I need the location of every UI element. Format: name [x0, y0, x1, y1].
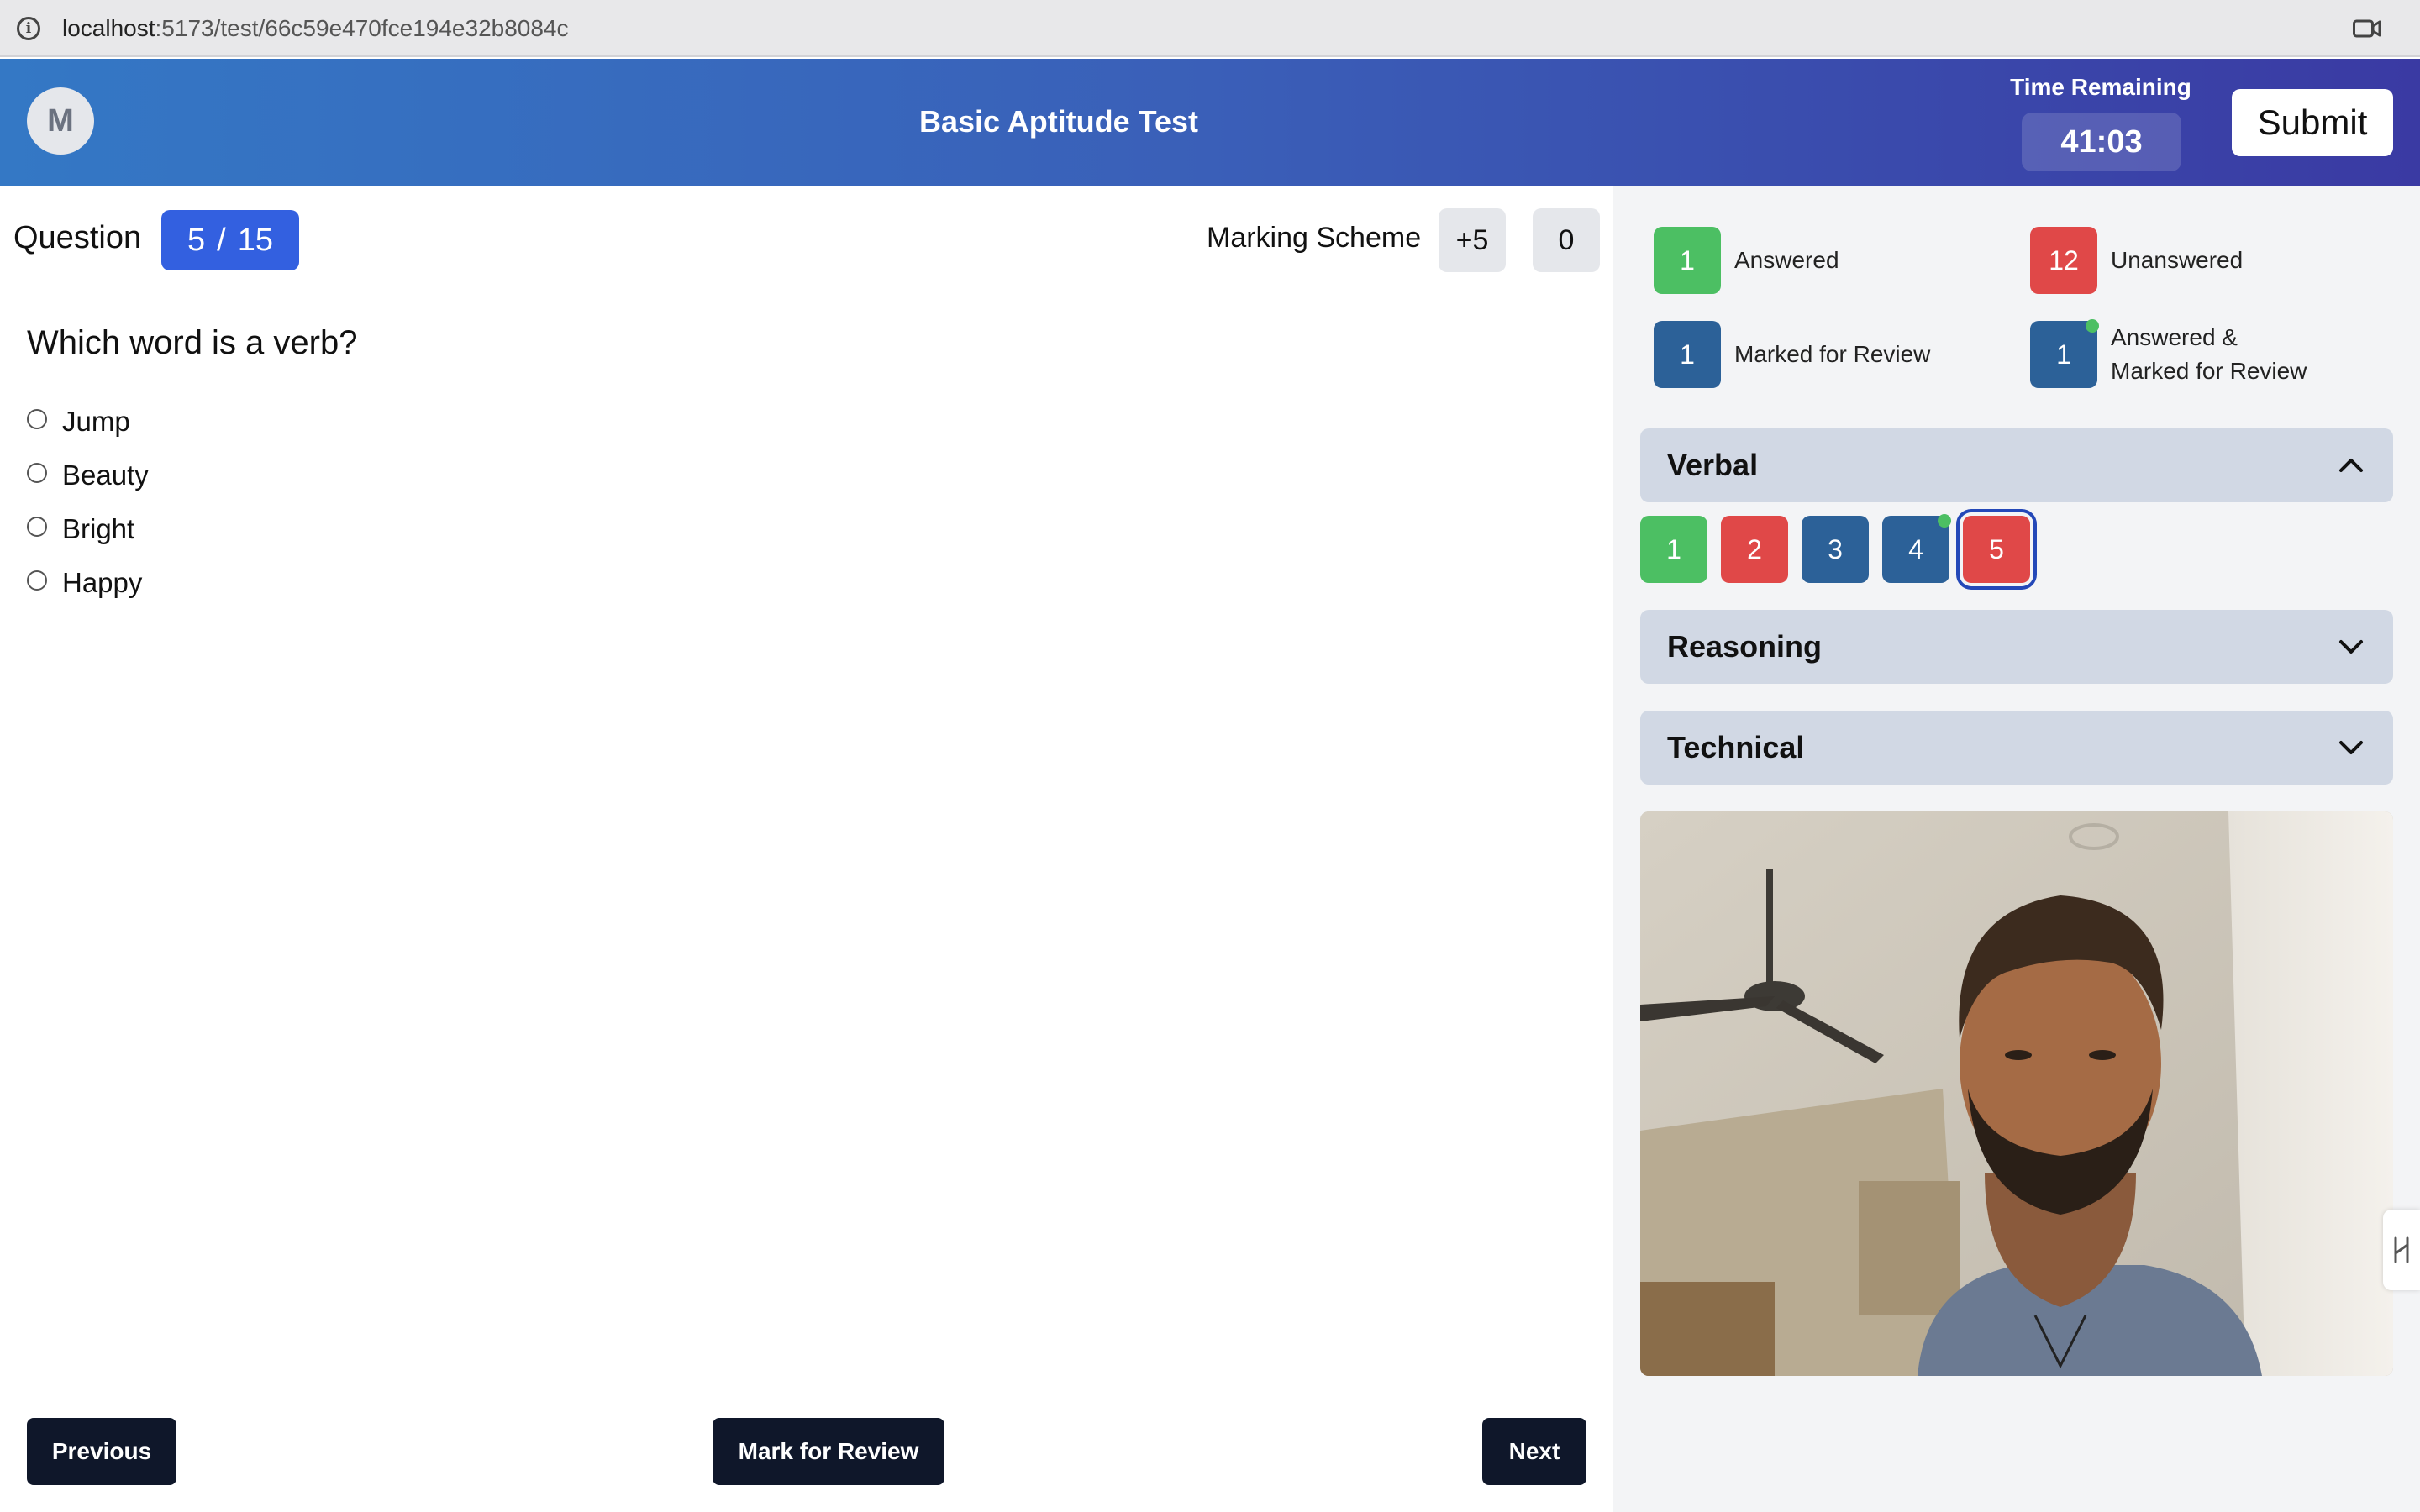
- question-button-3[interactable]: 3: [1802, 516, 1869, 583]
- mark-for-review-button[interactable]: Mark for Review: [713, 1418, 944, 1485]
- option-label: Beauty: [62, 459, 149, 491]
- question-text: Which word is a verb?: [27, 324, 358, 361]
- question-number: 4: [1908, 533, 1923, 564]
- side-panel-handle[interactable]: [2383, 1210, 2420, 1290]
- verbal-question-grid: 1 2 3 4 5: [1640, 514, 2030, 583]
- unanswered-label: Unanswered: [2111, 247, 2244, 273]
- answered-marked-label: Answered & Marked for Review: [2111, 321, 2307, 388]
- webcam-image: [1640, 811, 2393, 1376]
- question-current: 5: [187, 222, 206, 258]
- question-counter: 5 / 15: [161, 210, 299, 270]
- browser-address-bar: i localhost:5173/test/66c59e470fce194e32…: [0, 0, 2420, 57]
- radio-button[interactable]: [27, 517, 47, 537]
- radio-button[interactable]: [27, 463, 47, 483]
- chevron-up-icon: [2339, 459, 2363, 472]
- section-verbal-header[interactable]: Verbal: [1640, 428, 2393, 502]
- legend-answered-marked: 1 Answered & Marked for Review: [2030, 319, 2307, 388]
- legend-answered: 1 Answered: [1654, 227, 1839, 294]
- section-technical-header[interactable]: Technical: [1640, 711, 2393, 785]
- legend-marked: 1 Marked for Review: [1654, 321, 1930, 388]
- next-button[interactable]: Next: [1482, 1418, 1586, 1485]
- unanswered-count-badge: 12: [2030, 227, 2097, 294]
- question-panel: Question 5 / 15 Marking Scheme +5 0 Whic…: [0, 186, 1613, 1512]
- url-path: :5173/test/66c59e470fce194e32b8084c: [155, 15, 569, 41]
- marks-correct-badge: +5: [1439, 208, 1506, 272]
- question-palette-sidebar: 1 Answered 12 Unanswered 1 Marked for Re…: [1613, 186, 2420, 1512]
- url-text[interactable]: localhost:5173/test/66c59e470fce194e32b8…: [62, 15, 569, 42]
- question-separator: /: [217, 222, 226, 258]
- question-button-2[interactable]: 2: [1721, 516, 1788, 583]
- site-info-icon[interactable]: i: [17, 17, 40, 40]
- question-total: 15: [237, 222, 273, 258]
- webcam-feed: [1640, 811, 2393, 1376]
- countdown-timer: 41:03: [2022, 113, 2181, 171]
- submit-button[interactable]: Submit: [2232, 89, 2393, 156]
- marked-count-badge: 1: [1654, 321, 1721, 388]
- option-label: Jump: [62, 406, 130, 437]
- answered-count-badge: 1: [1654, 227, 1721, 294]
- test-title: Basic Aptitude Test: [918, 104, 1199, 139]
- url-host: localhost: [62, 15, 155, 41]
- legend-unanswered: 12 Unanswered: [2030, 227, 2243, 294]
- option-label: Bright: [62, 513, 135, 544]
- time-remaining-label: Time Remaining: [2010, 74, 2191, 100]
- options-list: Jump Beauty Bright Happy: [27, 395, 149, 610]
- option-beauty[interactable]: Beauty: [27, 449, 149, 502]
- question-button-5[interactable]: 5: [1963, 516, 2030, 583]
- answered-marked-count-badge: 1: [2030, 319, 2099, 388]
- section-title: Reasoning: [1667, 629, 1823, 664]
- option-bright[interactable]: Bright: [27, 502, 149, 556]
- radio-button[interactable]: [27, 570, 47, 591]
- option-happy[interactable]: Happy: [27, 556, 149, 610]
- option-jump[interactable]: Jump: [27, 395, 149, 449]
- section-title: Verbal: [1667, 448, 1759, 482]
- answered-marked-label-line1: Answered &: [2111, 324, 2238, 350]
- section-reasoning-header[interactable]: Reasoning: [1640, 610, 2393, 684]
- answered-marked-count: 1: [2056, 339, 2071, 370]
- camera-icon[interactable]: [2353, 18, 2381, 39]
- marked-label: Marked for Review: [1734, 341, 1931, 367]
- drag-handle-icon: [2394, 1236, 2409, 1263]
- option-label: Happy: [62, 567, 143, 598]
- marks-wrong-badge: 0: [1533, 208, 1600, 272]
- test-header: M Basic Aptitude Test Time Remaining 41:…: [0, 59, 2420, 186]
- radio-button[interactable]: [27, 409, 47, 429]
- answered-marked-label-line2: Marked for Review: [2111, 358, 2307, 384]
- previous-button[interactable]: Previous: [27, 1418, 176, 1485]
- section-title: Technical: [1667, 730, 1805, 764]
- answered-label: Answered: [1734, 247, 1839, 273]
- question-label: Question: [13, 220, 142, 255]
- answered-dot-icon: [1938, 514, 1951, 528]
- answered-dot-icon: [2086, 319, 2099, 333]
- chevron-down-icon: [2339, 741, 2363, 754]
- chevron-down-icon: [2339, 640, 2363, 654]
- question-button-1[interactable]: 1: [1640, 516, 1707, 583]
- question-button-4[interactable]: 4: [1882, 514, 1951, 583]
- marking-scheme-label: Marking Scheme: [1207, 222, 1422, 254]
